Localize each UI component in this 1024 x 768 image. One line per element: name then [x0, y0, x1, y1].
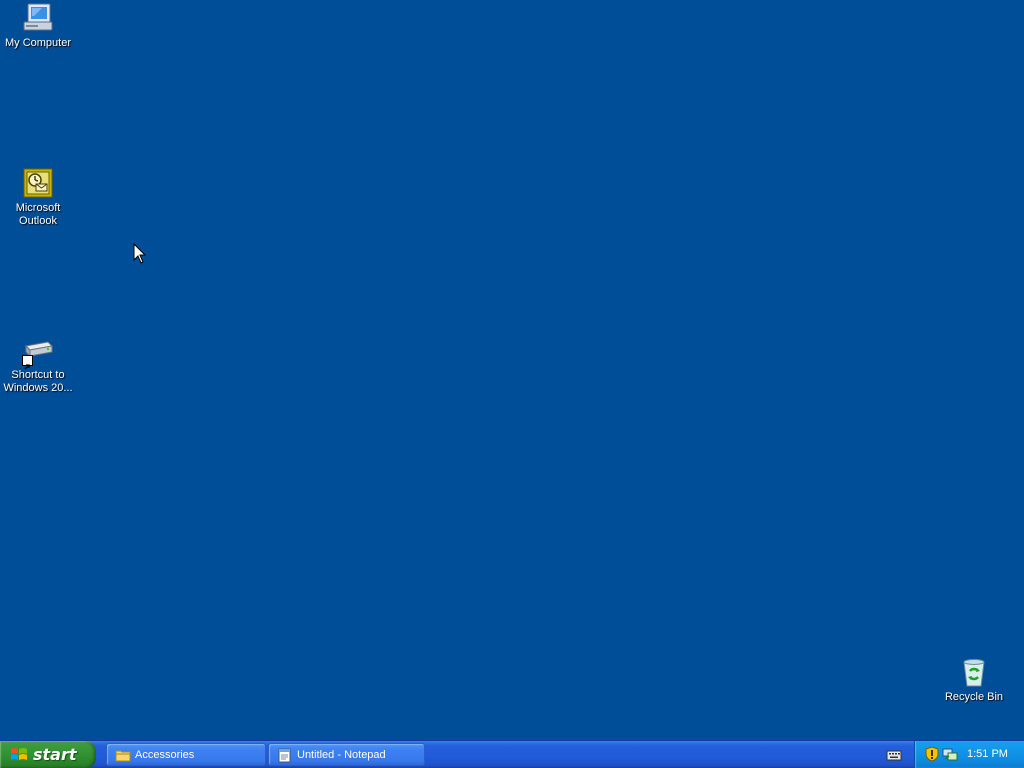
desktop-icon-label: My Computer: [4, 37, 72, 49]
desktop-icon-my-computer[interactable]: My Computer: [0, 2, 76, 50]
taskbar: start Accessories Untitled - Notepad 1:5…: [0, 740, 1024, 768]
desktop-icon-label-text: Shortcut to Windows 20...: [3, 369, 73, 394]
my-computer-icon: [22, 2, 54, 34]
shortcut-arrow-icon: [22, 355, 33, 370]
windows-flag-icon: [11, 747, 27, 760]
recycle-bin-icon: [958, 656, 990, 688]
desktop-icon-label: Recycle Bin: [944, 691, 1004, 703]
desktop-icon-label: Shortcut to Windows 20...: [0, 369, 76, 395]
start-button[interactable]: start: [0, 741, 96, 768]
desktop-icon-label: Microsoft Outlook: [0, 202, 76, 228]
desktop-icon-outlook[interactable]: Microsoft Outlook: [0, 167, 76, 228]
system-tray: 1:51 PM: [914, 741, 1024, 768]
taskbar-button-label: Untitled - Notepad: [297, 748, 386, 761]
notepad-icon: [278, 748, 291, 762]
drive-shortcut-icon: [22, 334, 54, 370]
desktop[interactable]: My Computer Microsoft Outlook Shortcut t…: [0, 0, 1024, 740]
network-icon[interactable]: [942, 746, 958, 762]
desktop-icon-drive-shortcut[interactable]: Shortcut to Windows 20...: [0, 334, 76, 395]
start-label: start: [33, 745, 77, 764]
desktop-icon-label-text: Microsoft Outlook: [15, 202, 61, 227]
outlook-icon: [22, 167, 54, 199]
taskbar-clock[interactable]: 1:51 PM: [967, 748, 1008, 760]
mouse-cursor-icon: [133, 243, 147, 264]
keyboard-icon[interactable]: [886, 748, 902, 762]
folder-icon: [115, 750, 131, 761]
taskbar-button-label: Accessories: [135, 748, 195, 761]
desktop-icon-recycle-bin[interactable]: Recycle Bin: [936, 656, 1012, 704]
security-shield-icon[interactable]: [924, 746, 940, 762]
taskbar-button-notepad[interactable]: Untitled - Notepad: [268, 743, 425, 766]
taskbar-button-accessories[interactable]: Accessories: [106, 743, 266, 766]
